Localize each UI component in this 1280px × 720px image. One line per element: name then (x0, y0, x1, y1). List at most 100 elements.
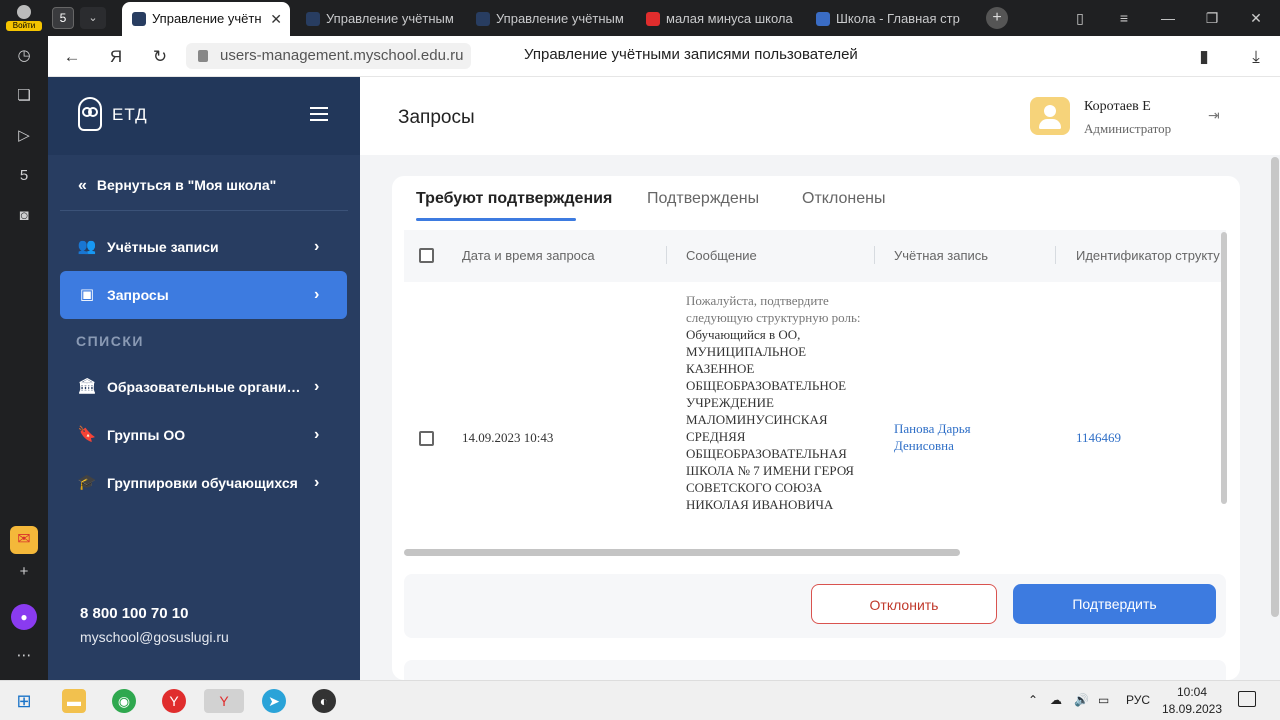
app-sidebar: ЕТД « Вернуться в "Моя школа" 👥 Учётные з… (48, 77, 360, 680)
yandex-icon[interactable]: Я (104, 45, 128, 69)
tabs-dropdown-icon[interactable]: ⌄ (80, 7, 106, 29)
browser-login-button[interactable]: Войти (6, 3, 42, 33)
next-request-block (404, 660, 1226, 680)
chevron-right-icon: › (314, 238, 320, 255)
identifier-link[interactable]: 1146469 (1076, 429, 1121, 446)
favicon-icon (306, 12, 320, 26)
url-field[interactable]: users-management.myschool.edu.ru (186, 43, 472, 69)
sidebar-item-label: Группировки обучающихся (107, 475, 298, 491)
reject-button[interactable]: Отклонить (811, 584, 997, 624)
sidebar-item-label: Учётные записи (107, 239, 219, 255)
alice-icon[interactable]: ● (11, 604, 37, 630)
user-name: Коротаев Е (1084, 99, 1151, 114)
app-icon[interactable]: ◐ (312, 689, 336, 713)
confirm-button[interactable]: Подтвердить (1013, 584, 1216, 624)
chevron-right-icon: › (314, 286, 320, 303)
sidebar-item-accounts[interactable]: 👥 Учётные записи › (60, 223, 347, 271)
hamburger-menu-icon[interactable] (310, 107, 328, 121)
battery-icon[interactable]: ▭ (1098, 693, 1109, 707)
cloud-icon[interactable]: ☁ (1050, 693, 1062, 707)
screenshot-icon[interactable]: ◙ (14, 206, 34, 226)
browser-tab[interactable]: Управление учётным (466, 2, 630, 36)
menu-icon[interactable]: ≡ (1104, 0, 1144, 36)
restore-icon[interactable]: ❐ (1192, 0, 1232, 36)
sidebar-item-oo-groups[interactable]: 🔖 Группы ОО › (60, 411, 347, 459)
chevron-right-icon: › (314, 378, 320, 395)
tab-title: Управление учётн (152, 11, 262, 26)
bookmark-icon: 🔖 (77, 426, 97, 443)
close-tab-icon[interactable]: ✕ (270, 2, 282, 36)
browser-tab-active[interactable]: Управление учётн ✕ (122, 2, 290, 36)
reload-icon[interactable]: ↻ (148, 45, 172, 69)
tab-title: Школа - Главная стр (836, 11, 960, 26)
bookmark-icon[interactable]: ▮ (1192, 45, 1216, 69)
telegram-icon[interactable]: ➤ (262, 689, 286, 713)
column-identifier[interactable]: Идентификатор структу (1076, 248, 1220, 263)
back-to-my-school-link[interactable]: « Вернуться в "Моя школа" (78, 177, 276, 195)
tab-pending[interactable]: Требуют подтверждения (416, 190, 612, 208)
new-tab-icon[interactable]: + (986, 7, 1008, 29)
select-all-checkbox[interactable] (419, 248, 434, 263)
five-icon[interactable]: 5 (14, 166, 34, 186)
row-checkbox[interactable] (419, 431, 434, 446)
collections-icon[interactable]: ❏ (14, 86, 34, 106)
browser-tab[interactable]: малая минуса школа (636, 2, 800, 36)
yandex-browser-active-icon[interactable]: Y (204, 689, 244, 713)
favicon-icon (132, 12, 146, 26)
address-bar: ← Я ↻ users-management.myschool.edu.ru У… (48, 36, 1280, 77)
sidebar-item-organizations[interactable]: 🏛 Образовательные организа... › (60, 363, 347, 411)
tab-title: Управление учётным (496, 11, 624, 26)
video-icon[interactable]: ▷ (14, 126, 34, 146)
column-separator (666, 246, 667, 264)
browser-tab[interactable]: Школа - Главная стр (806, 2, 976, 36)
language-indicator[interactable]: РУС (1126, 693, 1150, 707)
tab-title: Управление учётным (326, 11, 454, 26)
user-avatar[interactable] (1030, 97, 1070, 135)
sidebar-item-requests[interactable]: ▣ Запросы › (60, 271, 347, 319)
chevron-right-icon: › (314, 426, 320, 443)
table-horizontal-scrollbar[interactable] (404, 549, 960, 556)
message-intro: Пожалуйста, подтвердите следующую структ… (686, 293, 861, 325)
sidebar-item-student-groupings[interactable]: 🎓 Группировки обучающихся › (60, 459, 347, 507)
tab-counter[interactable]: 5 (52, 7, 74, 29)
history-icon[interactable]: ◷ (14, 46, 34, 66)
tray-chevron-icon[interactable]: ⌃ (1028, 693, 1038, 707)
support-email[interactable]: myschool@gosuslugi.ru (80, 629, 229, 645)
logo-text: ЕТД (112, 105, 148, 124)
sidebar-header: ЕТД (48, 77, 360, 155)
page-scrollbar[interactable] (1271, 157, 1279, 617)
column-account[interactable]: Учётная запись (894, 248, 988, 263)
file-explorer-icon[interactable]: ▬ (62, 689, 86, 713)
windows-start-icon[interactable]: ⊞ (12, 689, 36, 713)
table-vertical-scrollbar[interactable] (1221, 232, 1227, 504)
minimize-icon[interactable]: — (1148, 0, 1188, 36)
logout-icon[interactable]: ⇥ (1208, 107, 1228, 125)
sidebar-item-label: Группы ОО (107, 427, 186, 443)
account-link[interactable]: Панова Дарья Денисовна (894, 420, 1024, 454)
add-panel-icon[interactable]: + (14, 562, 34, 582)
tab-confirmed[interactable]: Подтверждены (647, 190, 759, 208)
mail-icon[interactable]: ✉ (10, 526, 38, 554)
clock-time: 10:04 (1176, 685, 1208, 699)
column-datetime[interactable]: Дата и время запроса (462, 248, 595, 263)
system-clock[interactable]: 10:04 18.09.2023 (1160, 684, 1224, 718)
back-link-label: Вернуться в "Моя школа" (96, 177, 277, 193)
more-icon[interactable]: ⋯ (14, 646, 34, 666)
tab-rejected[interactable]: Отклонены (802, 190, 885, 208)
column-message[interactable]: Сообщение (686, 248, 757, 263)
download-icon[interactable]: ⤓ (1244, 45, 1268, 69)
back-arrow-icon[interactable]: ← (60, 45, 84, 69)
sidebar-divider (60, 210, 348, 211)
volume-icon[interactable]: 🔊 (1074, 693, 1089, 707)
yandex-browser-icon[interactable]: Y (162, 689, 186, 713)
lock-icon (198, 50, 208, 62)
close-window-icon[interactable]: ✕ (1236, 0, 1276, 36)
browser-tab[interactable]: Управление учётным (296, 2, 460, 36)
favicon-icon (476, 12, 490, 26)
chrome-icon[interactable]: ◉ (112, 689, 136, 713)
request-actions: Отклонить Подтвердить (404, 574, 1226, 638)
lists-section-title: СПИСКИ (76, 333, 144, 349)
notifications-icon[interactable] (1238, 691, 1256, 707)
bookmarks-panel-icon[interactable]: ▯ (1060, 0, 1100, 36)
table-header: Дата и время запроса Сообщение Учётная з… (404, 230, 1226, 282)
